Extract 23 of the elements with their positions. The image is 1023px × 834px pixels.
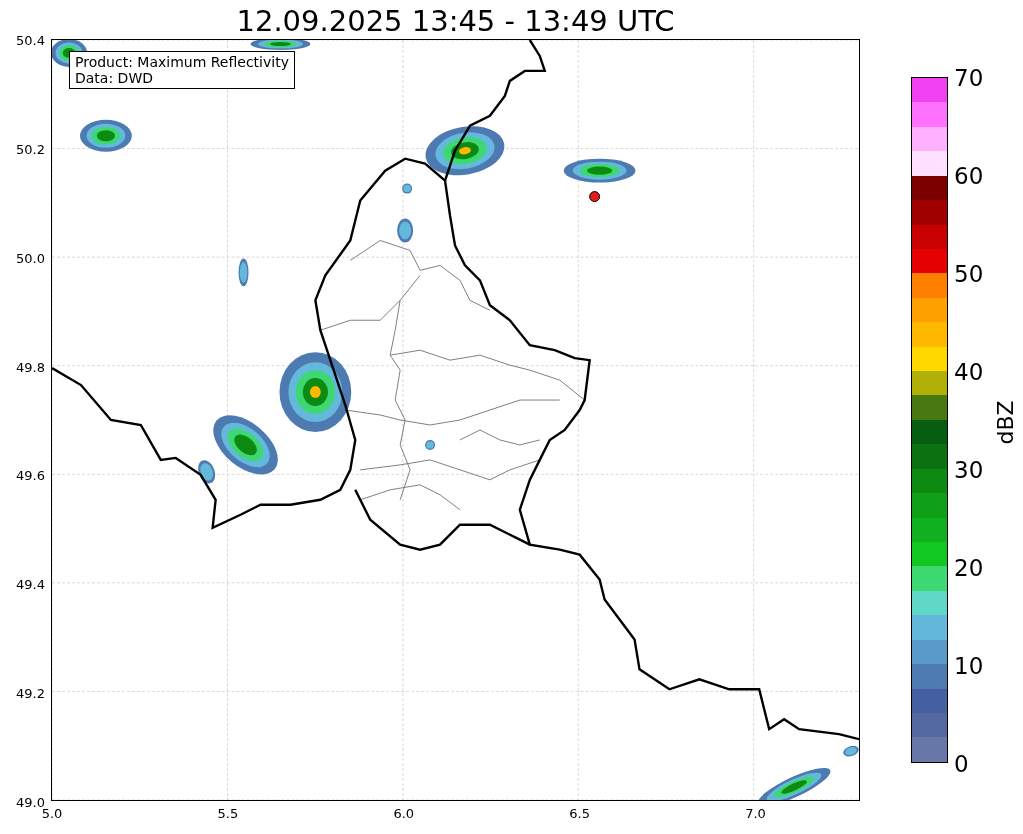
colorbar-tick-label: 60: [954, 164, 984, 188]
y-tick-label: 50.0: [16, 250, 45, 266]
colorbar-tick-label: 50: [954, 262, 984, 286]
annotation-text: Data: DWD: [75, 70, 154, 86]
y-tick-label: 50.4: [16, 32, 45, 48]
colorbar-tick-label: 40: [954, 360, 984, 384]
y-tick-label: 50.2: [16, 141, 45, 157]
annotation-text: Product: Maximum Reflectivity: [75, 54, 289, 70]
y-tick-label: 49.2: [16, 685, 45, 701]
colorbar-tick-label: 10: [954, 654, 984, 678]
colorbar-tick-label: 70: [954, 66, 984, 90]
y-tick-label: 49.4: [16, 576, 45, 592]
x-tick-label: 6.5: [569, 806, 590, 821]
colorbar-tick-label: 20: [954, 556, 984, 580]
y-tick-label: 49.6: [16, 467, 45, 483]
y-tick-label: 49.8: [16, 359, 45, 375]
colorbar-tick-label: 30: [954, 458, 984, 482]
colorbar-tick-label: 0: [954, 752, 969, 776]
x-tick-label: 7.0: [745, 806, 766, 821]
x-tick-label: 5.5: [217, 806, 239, 821]
chart-title: 12.09.2025 13:45 - 13:49 UTC: [235, 3, 676, 39]
colorbar-label: dBZ: [992, 400, 1018, 445]
x-tick-label: 6.0: [393, 806, 415, 821]
